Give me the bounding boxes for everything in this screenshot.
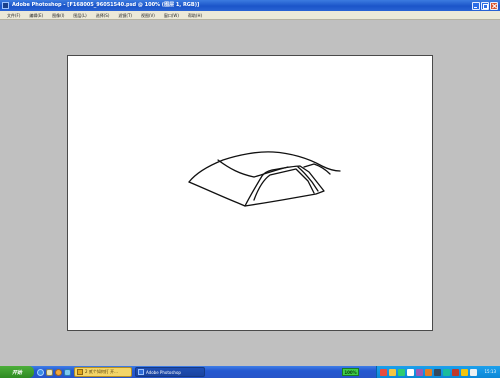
media-player-icon[interactable] bbox=[55, 368, 62, 376]
menu-filter[interactable]: 滤镜(T) bbox=[118, 11, 132, 20]
window-controls bbox=[472, 1, 498, 10]
photoshop-app-icon bbox=[2, 2, 9, 9]
tray-icon-10[interactable] bbox=[461, 368, 468, 376]
app-icon[interactable] bbox=[64, 368, 71, 376]
menu-image[interactable]: 图像(I) bbox=[52, 11, 64, 20]
zoom-badge-label: 100% bbox=[344, 369, 357, 375]
document-canvas[interactable] bbox=[67, 55, 433, 331]
zoom-badge[interactable]: 100% bbox=[342, 368, 359, 376]
tray-icon-5[interactable] bbox=[416, 368, 423, 376]
car-roof-sketch bbox=[188, 151, 341, 207]
folder-icon bbox=[77, 369, 83, 375]
menu-help[interactable]: 帮助(H) bbox=[188, 11, 202, 20]
start-button[interactable]: 开始 bbox=[0, 366, 34, 378]
close-button[interactable] bbox=[490, 1, 498, 10]
tray-icon-11[interactable] bbox=[470, 368, 477, 376]
start-label: 开始 bbox=[11, 369, 22, 376]
roof-outline-left bbox=[188, 181, 246, 207]
photoshop-screen: Adobe Photoshop - [F168005_96051540.psd … bbox=[0, 0, 500, 378]
taskbar-button-photoshop[interactable]: Adobe Photoshop bbox=[135, 367, 205, 377]
taskbar-label-photoshop: Adobe Photoshop bbox=[146, 369, 181, 375]
maximize-button[interactable] bbox=[481, 1, 489, 10]
tray-icon-9[interactable] bbox=[452, 368, 459, 376]
title-bar: Adobe Photoshop - [F168005_96051540.psd … bbox=[0, 0, 500, 11]
rear-window-line bbox=[303, 163, 331, 175]
tray-icon-1[interactable] bbox=[380, 368, 387, 376]
tray-icon-7[interactable] bbox=[434, 368, 441, 376]
clock[interactable]: 15:13 bbox=[484, 366, 496, 378]
menu-edit[interactable]: 编辑(E) bbox=[29, 11, 43, 20]
menu-view[interactable]: 视图(V) bbox=[141, 11, 155, 20]
minimize-button[interactable] bbox=[472, 1, 480, 10]
tray-icon-2[interactable] bbox=[389, 368, 396, 376]
menu-file[interactable]: 文件(F) bbox=[7, 11, 20, 20]
show-desktop-icon[interactable] bbox=[46, 368, 53, 376]
roof-outline-top bbox=[188, 151, 341, 183]
menu-layer[interactable]: 图层(L) bbox=[73, 11, 86, 20]
menu-window[interactable]: 窗口(W) bbox=[164, 11, 179, 20]
system-tray: 15:13 bbox=[376, 366, 500, 378]
tray-icon-8[interactable] bbox=[443, 368, 450, 376]
roof-panel-divider bbox=[217, 159, 255, 178]
photoshop-icon bbox=[138, 369, 144, 375]
tray-icon-4[interactable] bbox=[407, 368, 414, 376]
taskbar-button-folder[interactable]: 2 贰个如何打 开... bbox=[74, 367, 132, 377]
menu-select[interactable]: 选择(S) bbox=[96, 11, 110, 20]
window-title: Adobe Photoshop - [F168005_96051540.psd … bbox=[12, 2, 200, 8]
menu-bar: 文件(F) 编辑(E) 图像(I) 图层(L) 选择(S) 滤镜(T) 视图(V… bbox=[0, 11, 500, 20]
internet-explorer-icon[interactable] bbox=[37, 368, 44, 376]
quick-launch bbox=[37, 368, 71, 376]
tray-icon-3[interactable] bbox=[398, 368, 405, 376]
taskbar-label-folder: 2 贰个如何打 开... bbox=[85, 369, 118, 374]
tray-icon-6[interactable] bbox=[425, 368, 432, 376]
